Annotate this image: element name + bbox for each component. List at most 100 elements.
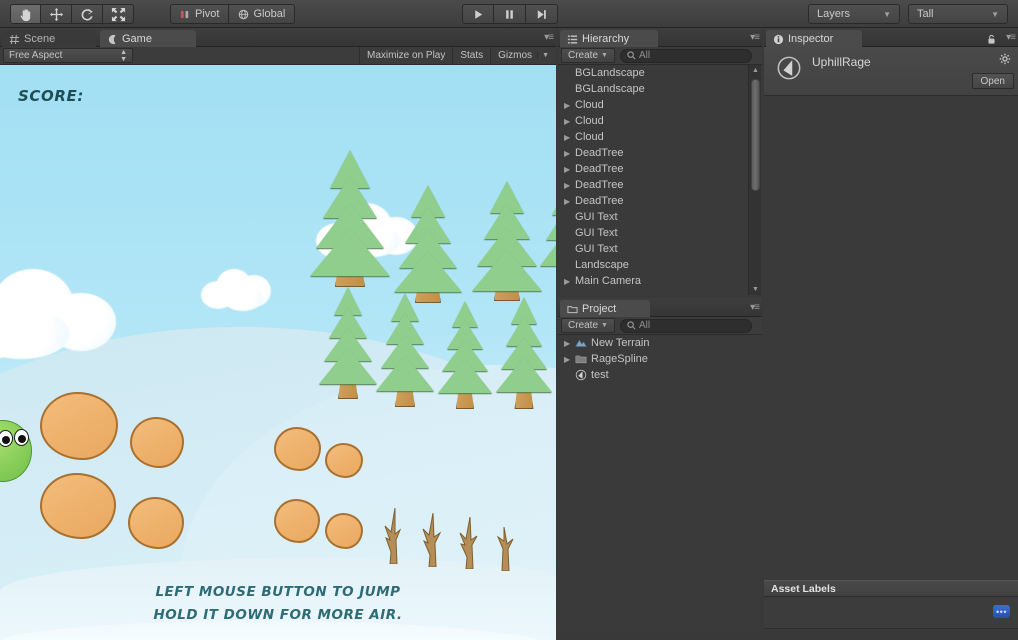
hierarchy-row[interactable]: BGLandscape: [558, 65, 762, 81]
project-row[interactable]: test: [558, 367, 762, 383]
chevron-down-icon: ▼: [601, 322, 608, 329]
hierarchy-row-label: BGLandscape: [575, 83, 645, 95]
rotate-tool-button[interactable]: [72, 4, 103, 24]
hierarchy-scrollbar[interactable]: ▲ ▼: [748, 65, 761, 295]
expand-triangle-icon[interactable]: ▶: [564, 197, 575, 206]
scene-asset-icon: [776, 55, 802, 86]
expand-triangle-icon[interactable]: ▶: [564, 339, 575, 348]
globe-icon: [239, 9, 249, 19]
hierarchy-row[interactable]: GUI Text: [558, 225, 762, 241]
hierarchy-row[interactable]: Landscape: [558, 257, 762, 273]
maximize-on-play-toggle[interactable]: Maximize on Play: [359, 46, 452, 65]
game-view-panel: Scene Game ▾≡ Free Aspect ▲ ▼ Maximize on…: [0, 28, 556, 640]
expand-triangle-icon[interactable]: ▶: [564, 277, 575, 286]
hierarchy-panel-menu-icon[interactable]: ▾≡: [750, 32, 760, 43]
project-toolbar: Create ▼ All: [558, 317, 762, 335]
game-panel-menu-icon[interactable]: ▾≡: [544, 32, 554, 43]
hierarchy-row[interactable]: ▶ Main Camera: [558, 273, 762, 289]
maximize-on-play-label: Maximize on Play: [367, 50, 446, 61]
stats-toggle[interactable]: Stats: [452, 46, 490, 65]
cloud-1: [0, 263, 128, 359]
rock-3: [274, 427, 321, 471]
global-label: Global: [253, 8, 286, 20]
open-asset-button[interactable]: Open: [971, 73, 1014, 89]
global-toggle-button[interactable]: Global: [229, 4, 296, 24]
asset-labels-header: Asset Labels: [764, 580, 1018, 597]
pivot-toggle-button[interactable]: Pivot: [170, 4, 230, 24]
unity-editor-window: Pivot Global Layers ▼ Tall ▼ Scene Game …: [0, 0, 1018, 640]
project-row[interactable]: ▶ New Terrain: [558, 335, 762, 351]
expand-triangle-icon[interactable]: ▶: [564, 181, 575, 190]
hierarchy-create-button[interactable]: Create ▼: [561, 48, 615, 63]
play-button[interactable]: [462, 4, 494, 24]
hierarchy-search-input[interactable]: All: [619, 48, 752, 63]
expand-triangle-icon[interactable]: ▶: [564, 355, 575, 364]
hierarchy-tree-list[interactable]: BGLandscape BGLandscape ▶ Cloud ▶ Cloud ▶ Cloud…: [558, 65, 762, 296]
hierarchy-row[interactable]: BGLandscape: [558, 81, 762, 97]
project-asset-list[interactable]: ▶ New Terrain ▶ RageSpline test: [558, 335, 762, 633]
project-row-label: test: [591, 369, 609, 381]
project-panel-menu-icon[interactable]: ▾≡: [750, 302, 760, 313]
aspect-ratio-dropdown[interactable]: Free Aspect ▲ ▼: [3, 48, 133, 63]
search-icon: [627, 51, 636, 60]
hint-line-2: HOLD IT DOWN FOR MORE AIR.: [153, 607, 403, 623]
layout-label: Tall: [917, 8, 934, 20]
character-pupil-left: [2, 436, 10, 444]
pause-button[interactable]: [494, 4, 526, 24]
hierarchy-row-label: Landscape: [575, 259, 629, 271]
expand-triangle-icon[interactable]: ▶: [564, 117, 575, 126]
game-render-surface[interactable]: SCORE: LEFT MOUSE BUTTON TO JUMP HOLD IT…: [0, 65, 556, 640]
expand-triangle-icon[interactable]: ▶: [564, 149, 575, 158]
expand-triangle-icon[interactable]: ▶: [564, 101, 575, 110]
rock-7: [274, 499, 320, 543]
project-tabrow: Project ▾≡: [558, 298, 762, 318]
gear-icon[interactable]: [999, 53, 1012, 71]
hierarchy-row[interactable]: ▶ Cloud: [558, 113, 762, 129]
tab-inspector[interactable]: Inspector: [766, 30, 862, 48]
project-create-button[interactable]: Create ▼: [561, 318, 615, 333]
project-row-label: New Terrain: [591, 337, 650, 349]
main-toolbar: Pivot Global Layers ▼ Tall ▼: [0, 0, 1018, 28]
inspector-panel: Inspector ▾≡ UphillRage Open Asset Label…: [764, 28, 1018, 633]
hierarchy-row-label: Cloud: [575, 99, 604, 111]
hierarchy-row[interactable]: ▶ Cloud: [558, 129, 762, 145]
tab-project-label: Project: [582, 303, 617, 315]
hierarchy-create-label: Create: [568, 50, 599, 61]
dead-tree-3: [457, 516, 483, 570]
hierarchy-row[interactable]: ▶ Cloud: [558, 97, 762, 113]
asset-labels-title: Asset Labels: [771, 582, 836, 595]
tab-game[interactable]: Game: [100, 30, 196, 48]
scroll-down-arrow-icon[interactable]: ▼: [749, 284, 762, 295]
hierarchy-row[interactable]: ▶ DeadTree: [558, 161, 762, 177]
hierarchy-row[interactable]: ▶ DeadTree: [558, 145, 762, 161]
tree-back-3: [472, 181, 542, 301]
hierarchy-row[interactable]: GUI Text: [558, 241, 762, 257]
tab-scene[interactable]: Scene: [2, 30, 96, 48]
hierarchy-row[interactable]: ▶ DeadTree: [558, 193, 762, 209]
scrollbar-thumb[interactable]: [751, 79, 760, 191]
asset-label-add-button[interactable]: •••: [993, 605, 1010, 618]
project-row[interactable]: ▶ RageSpline: [558, 351, 762, 367]
tab-hierarchy[interactable]: Hierarchy: [560, 30, 658, 48]
hierarchy-row[interactable]: GUI Text: [558, 209, 762, 225]
layout-dropdown[interactable]: Tall ▼: [908, 4, 1008, 24]
layers-dropdown[interactable]: Layers ▼: [808, 4, 900, 24]
hierarchy-row-label: Main Camera: [575, 275, 642, 287]
scale-tool-button[interactable]: [103, 4, 134, 24]
dead-tree-4: [493, 526, 519, 572]
expand-triangle-icon[interactable]: ▶: [564, 165, 575, 174]
inspector-panel-menu-icon[interactable]: ▾≡: [1006, 32, 1016, 43]
tab-project[interactable]: Project: [560, 300, 650, 318]
expand-triangle-icon[interactable]: ▶: [564, 133, 575, 142]
asset-labels-area[interactable]: •••: [764, 597, 1018, 629]
character-pupil-right: [18, 435, 26, 443]
hierarchy-row-label: Cloud: [575, 131, 604, 143]
move-tool-button[interactable]: [41, 4, 72, 24]
hierarchy-row-label: GUI Text: [575, 211, 618, 223]
hand-tool-button[interactable]: [10, 4, 41, 24]
step-button[interactable]: [526, 4, 558, 24]
hierarchy-row[interactable]: ▶ DeadTree: [558, 177, 762, 193]
scroll-up-arrow-icon[interactable]: ▲: [749, 65, 762, 76]
gizmos-dropdown[interactable]: Gizmos ▼: [490, 46, 556, 65]
project-search-input[interactable]: All: [619, 318, 752, 333]
